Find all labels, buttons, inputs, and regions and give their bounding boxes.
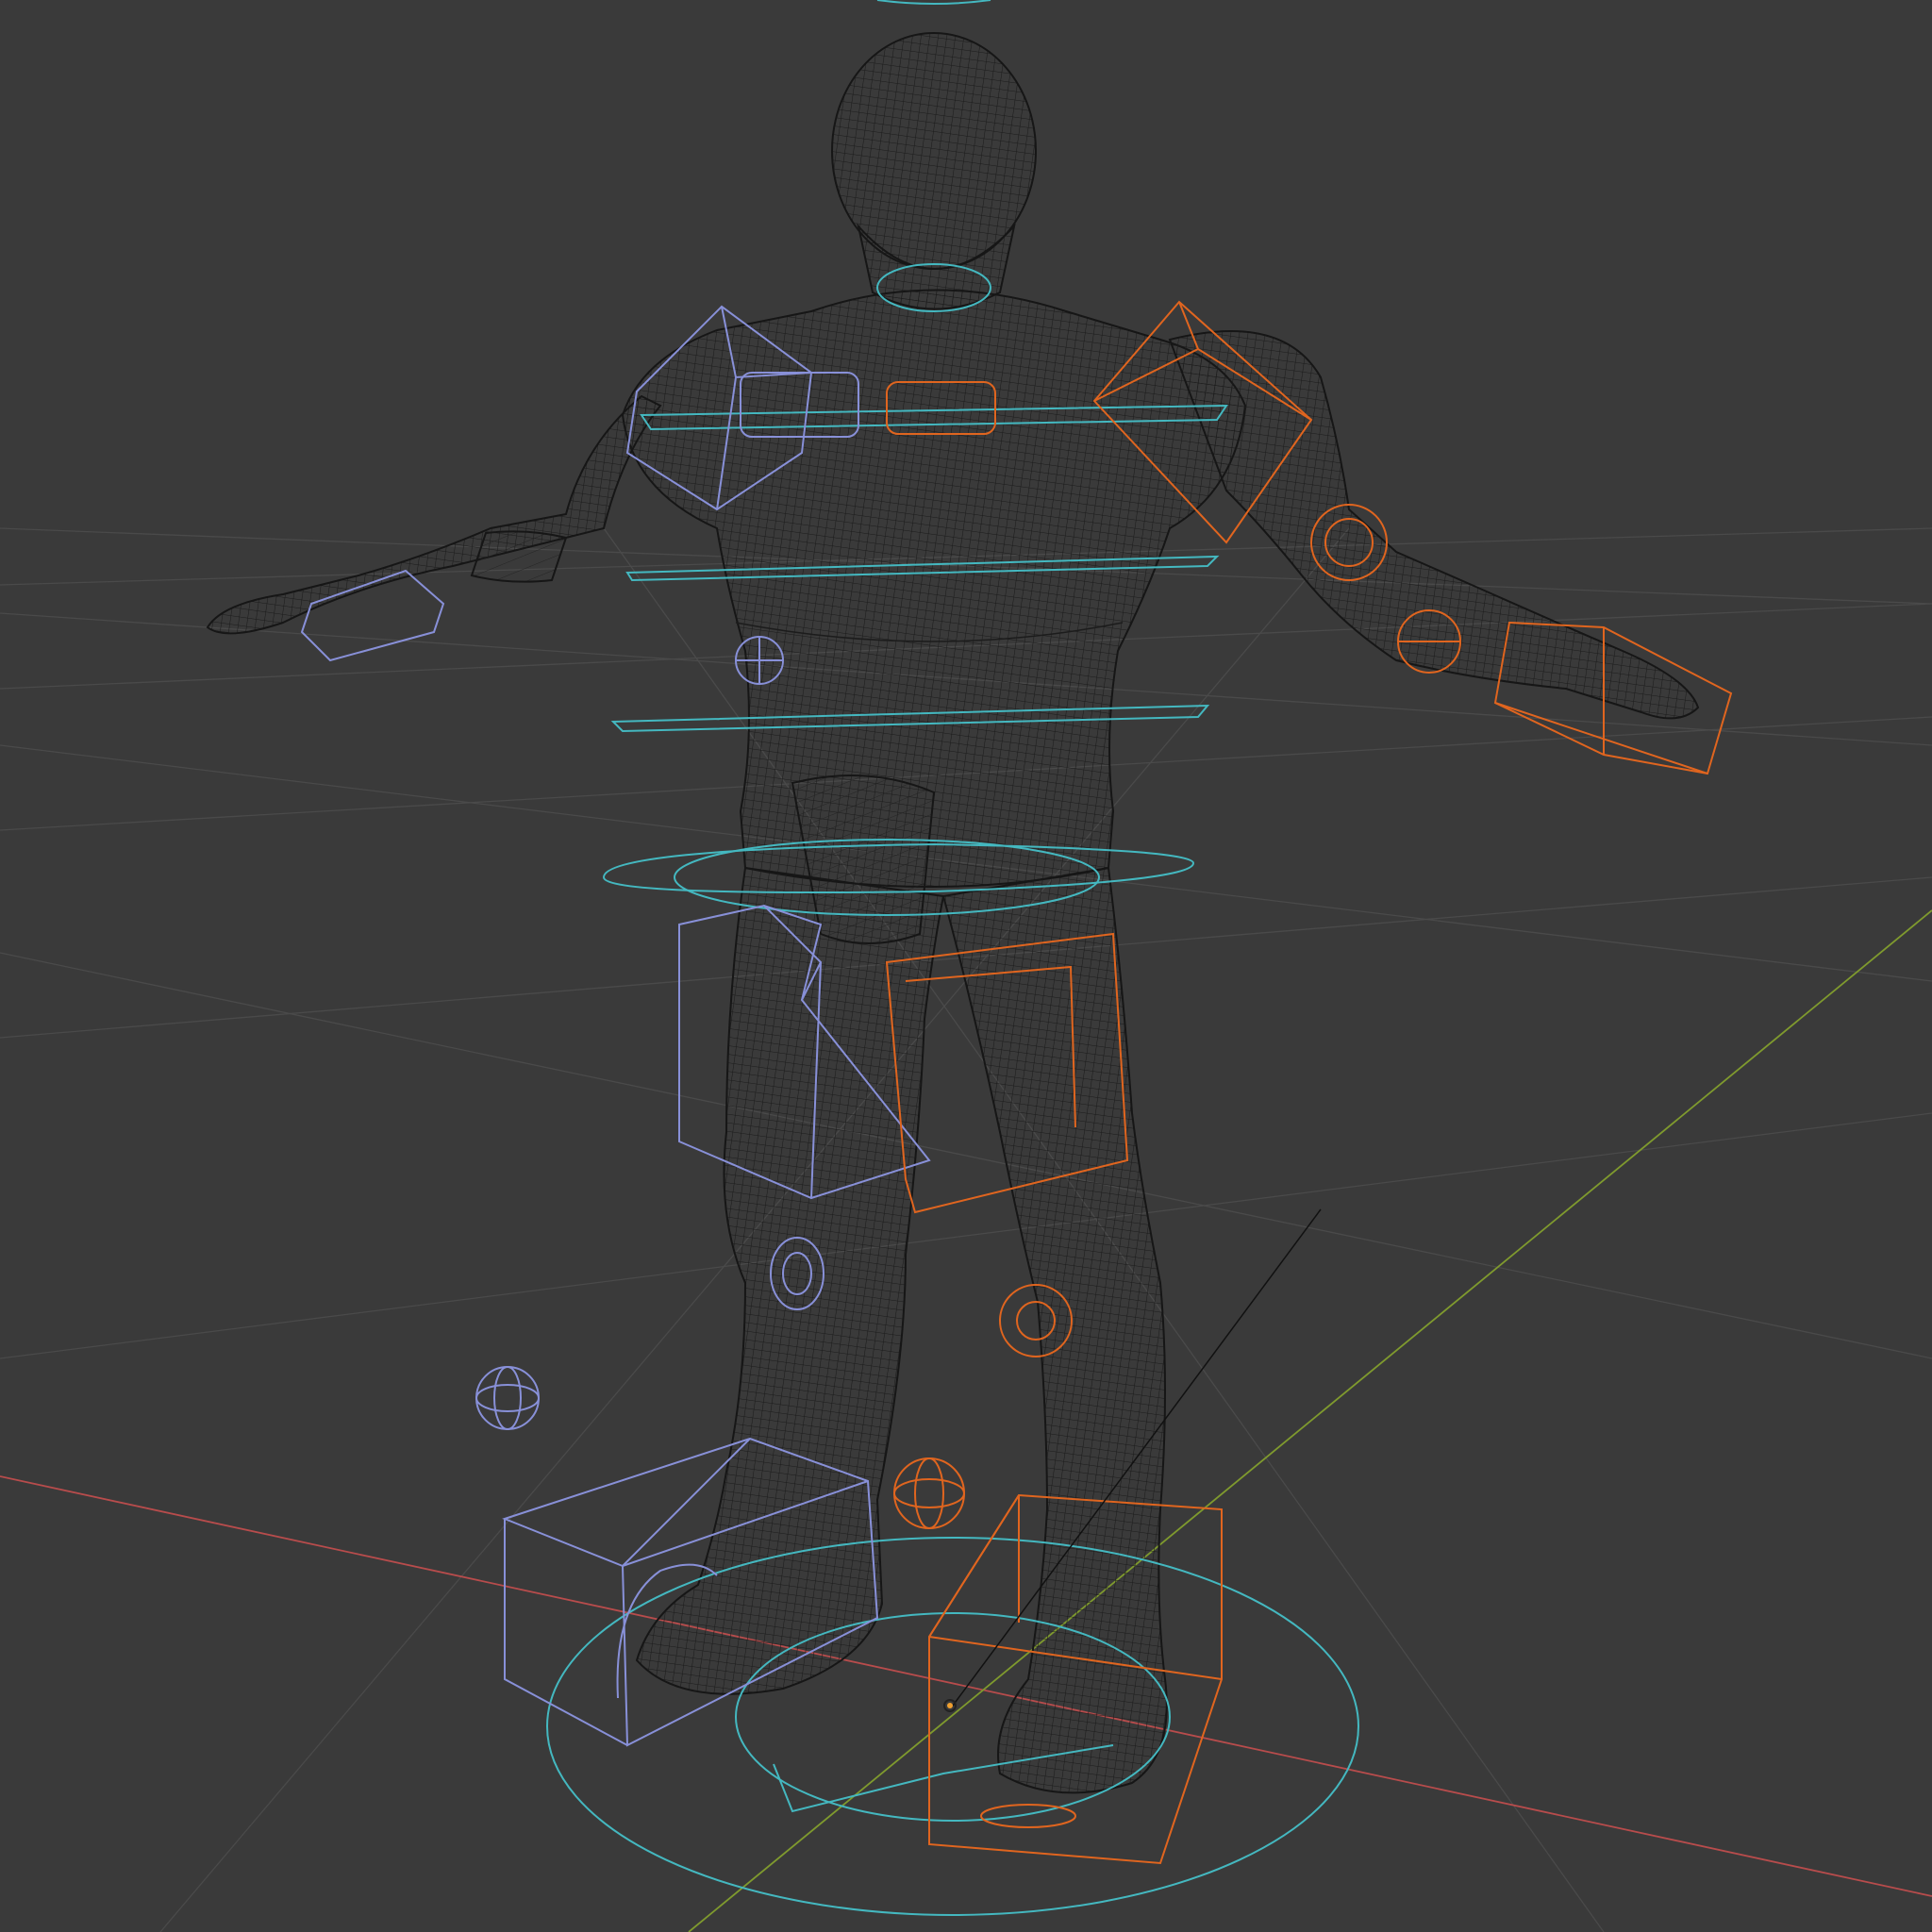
3d-viewport[interactable] (0, 0, 1932, 1932)
x-axis-line (0, 1475, 1932, 1897)
viewport-canvas[interactable] (0, 0, 1932, 1932)
top-control-arc (876, 0, 991, 5)
